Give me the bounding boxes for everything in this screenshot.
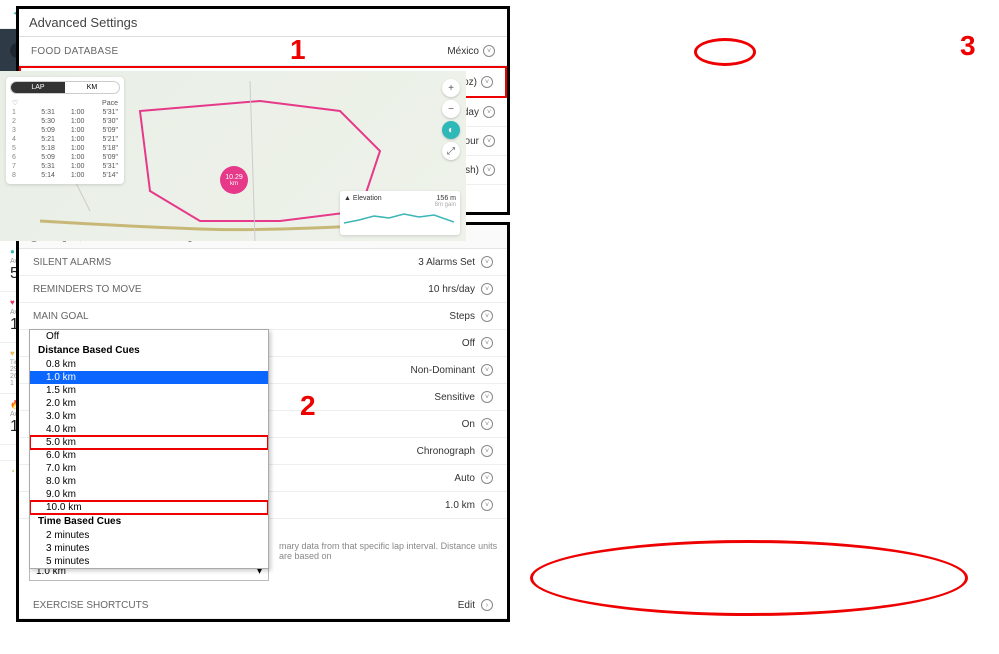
table-row: 85:141:005'14" [10,171,120,180]
device-settings-panel: Aug 14, 2017 at 8:28 AM ▮ High Firmware … [16,222,510,622]
row-value: On [462,419,475,430]
chevron-icon: ˅ [483,135,495,147]
zoom-in-button[interactable]: + [442,79,460,97]
dropdown-option[interactable]: 8.0 km [30,475,268,488]
annotation-2: 2 [300,390,316,422]
zoom-out-button[interactable]: − [442,100,460,118]
map[interactable]: LAP KM ♡ Pace15:311:005'31"25:301:005'30"… [0,71,466,241]
dropdown-option[interactable]: 3.0 km [30,410,268,423]
lap-description-text: mary data from that specific lap interva… [279,541,507,561]
annotation-distance-ellipse [694,38,756,66]
chevron-icon: ˅ [483,164,495,176]
row-label: FOOD DATABASE [31,46,118,57]
annotation-3: 3 [960,30,976,62]
dropdown-option[interactable]: 3 minutes [30,542,268,555]
annotation-1: 1 [290,34,306,66]
tab-km[interactable]: KM [65,82,119,93]
lap-table: LAP KM ♡ Pace15:311:005'31"25:301:005'30"… [6,77,124,184]
dropdown-option[interactable]: 6.0 km [30,449,268,462]
chevron-icon: ˅ [481,364,493,376]
chevron-icon: ˅ [483,45,495,57]
map-distance-pin: 10.29km [220,166,248,194]
table-row: 75:311:005'31" [10,162,120,171]
dropdown-option[interactable]: 4.0 km [30,423,268,436]
row-value: Steps [449,311,475,322]
chevron-icon: ˅ [481,337,493,349]
annotation-impact-ellipse [530,540,968,616]
table-row: 15:311:005'31" [10,108,120,117]
row-value: Edit [458,600,475,611]
chevron-icon: ˅ [481,391,493,403]
row-label: MAIN GOAL [33,311,89,322]
tab-lap[interactable]: LAP [11,82,65,93]
elevation-widget: ▲ Elevation156 m 8m gain [340,191,460,235]
dropdown-option[interactable]: 9.0 km [30,488,268,501]
chevron-icon: ˅ [481,418,493,430]
cues-dropdown[interactable]: Off Distance Based Cues 0.8 km1.0 km1.5 … [29,329,269,569]
dropdown-option[interactable]: 5 minutes [30,555,268,568]
dropdown-option[interactable]: 1.5 km [30,384,268,397]
row-value: México [447,46,479,57]
row-value: Off [462,338,475,349]
table-row: 35:091:005'09" [10,126,120,135]
settings-row[interactable]: EXERCISE SHORTCUTS Edit › [19,592,507,619]
dropdown-option[interactable]: 2.0 km [30,397,268,410]
chevron-icon: ˅ [481,256,493,268]
dropdown-option[interactable]: 0.8 km [30,358,268,371]
dropdown-option[interactable]: Off [30,330,268,343]
map-controls: + − ◐ ⤢ [442,79,460,160]
dropdown-option[interactable]: 7.0 km [30,462,268,475]
table-row: 65:091:005'09" [10,153,120,162]
dropdown-header: Time Based Cues [30,514,268,529]
row-label: EXERCISE SHORTCUTS [33,600,148,611]
settings-row[interactable]: SILENT ALARMS 3 Alarms Set ˅ [19,249,507,276]
row-value: 1.0 km [445,500,475,511]
chevron-icon: ˅ [481,472,493,484]
table-row: 55:181:005'18" [10,144,120,153]
dropdown-header: Distance Based Cues [30,343,268,358]
chevron-icon: ˅ [481,283,493,295]
row-label: REMINDERS TO MOVE [33,284,142,295]
chevron-icon: ˅ [481,499,493,511]
row-value: 3 Alarms Set [418,257,475,268]
row-value: Chronograph [417,446,475,457]
chevron-icon: ˅ [483,106,495,118]
dropdown-option[interactable]: 2 minutes [30,529,268,542]
col-header: ♡ [10,98,27,108]
dropdown-option[interactable]: 5.0 km [30,436,268,449]
chevron-icon: ˅ [481,76,493,88]
row-value: 10 hrs/day [428,284,475,295]
row-value: Non-Dominant [411,365,475,376]
settings-row[interactable]: MAIN GOAL Steps ˅ [19,303,507,330]
settings-row[interactable]: REMINDERS TO MOVE 10 hrs/day ˅ [19,276,507,303]
dropdown-option[interactable]: 1.0 km [30,371,268,384]
col-header: Pace [86,98,120,108]
chevron-icon: › [481,599,493,611]
chevron-icon: ˅ [481,445,493,457]
row-value: Auto [454,473,475,484]
panel-title: Advanced Settings [19,9,507,37]
row-label: SILENT ALARMS [33,257,111,268]
dropdown-option[interactable]: 10.0 km [30,501,268,514]
map-layer-button[interactable]: ◐ [442,121,460,139]
dropdown-option[interactable]: 10 minutes [30,568,268,569]
row-value: Sensitive [434,392,475,403]
map-expand-button[interactable]: ⤢ [442,142,460,160]
table-row: 25:301:005'30" [10,117,120,126]
table-row: 45:211:005'21" [10,135,120,144]
settings-row[interactable]: FOOD DATABASE México ˅ [19,37,507,66]
chevron-icon: ˅ [481,310,493,322]
